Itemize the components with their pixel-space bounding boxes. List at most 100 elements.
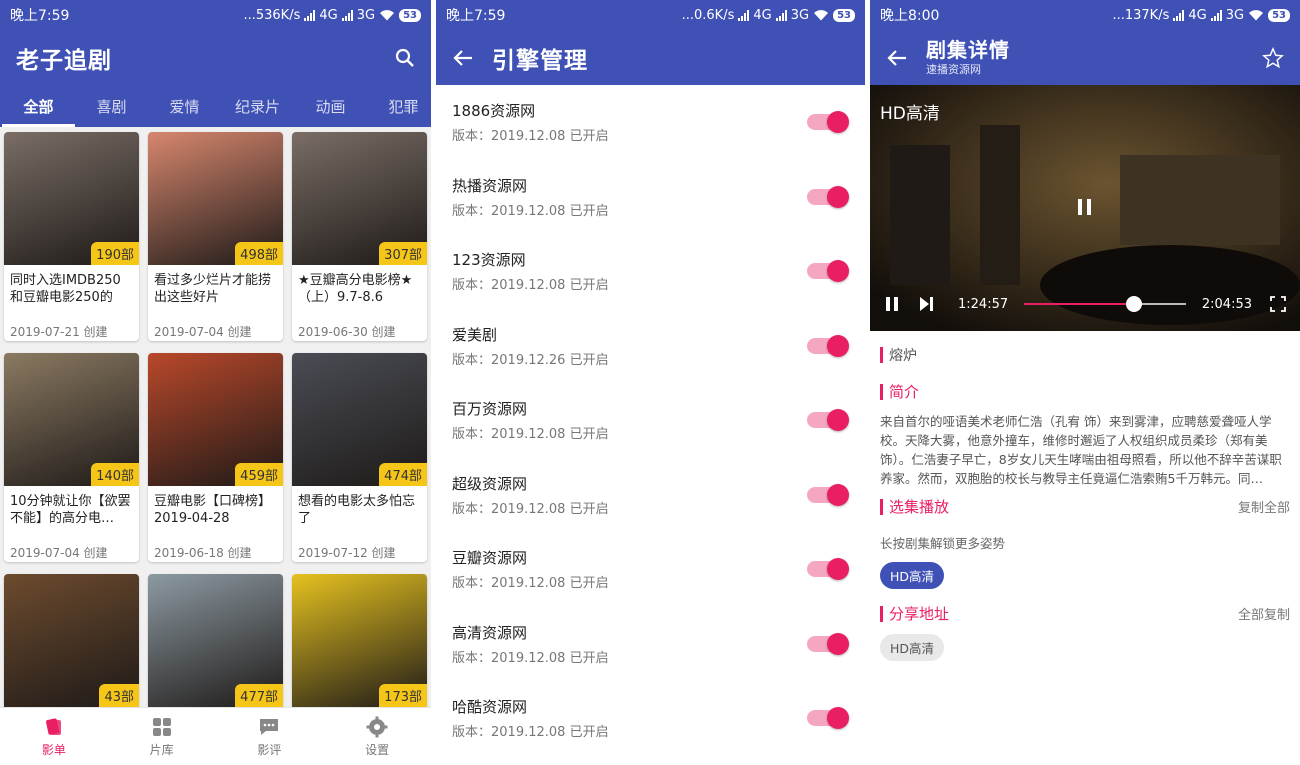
engine-name: 百万资源网: [452, 400, 528, 419]
pause-icon[interactable]: [1075, 197, 1095, 217]
engine-toggle[interactable]: [807, 707, 849, 730]
episodes-hint: 长按剧集解锁更多姿势: [880, 536, 1006, 551]
engine-list: 1886资源网 版本：2019.12.08 已开启 热播资源网 版本：2019.12.…: [436, 85, 865, 756]
engine-name: 1886资源网: [452, 102, 536, 121]
tab-documentary[interactable]: 纪录片: [221, 85, 294, 127]
app-bar: 老子追剧: [0, 30, 431, 85]
engine-toggle[interactable]: [807, 334, 849, 357]
engine-row[interactable]: 豆瓣资源网 版本：2019.12.08 已开启: [436, 532, 865, 607]
bottom-nav: 影单 片库 影评 设置: [0, 707, 431, 765]
movie-list-card[interactable]: 498部 看过多少烂片才能捞出这些好片 2019-07-04 创建: [148, 132, 283, 341]
engine-meta: 版本：2019.12.08 已开启: [452, 576, 609, 592]
card-date: 2019-06-30 创建: [298, 325, 396, 339]
nav-settings[interactable]: 设置: [323, 708, 431, 765]
network-speed: ...0.6K/s: [681, 7, 735, 23]
card-date: 2019-07-21 创建: [10, 325, 108, 339]
movie-name-row: 熔炉: [880, 345, 1290, 365]
tab-comedy[interactable]: 喜剧: [75, 85, 148, 127]
engine-row[interactable]: 热播资源网 版本：2019.12.08 已开启: [436, 160, 865, 235]
fullscreen-icon[interactable]: [1270, 296, 1286, 312]
status-time: 晚上8:00: [880, 8, 940, 24]
quality-label: HD高清: [880, 104, 940, 124]
signal-icon-2: [341, 9, 353, 21]
movie-list-card[interactable]: 474部 想看的电影太多怕忘了 2019-07-12 创建: [292, 353, 427, 562]
seek-played: [1024, 303, 1135, 305]
tab-all[interactable]: 全部: [2, 85, 75, 127]
status-bar: 晚上8:00 ...137K/s 4G 3G 53: [870, 0, 1300, 30]
total-time: 2:04:53: [1201, 296, 1252, 312]
engine-meta: 版本：2019.12.08 已开启: [452, 427, 609, 443]
engine-toggle[interactable]: [807, 260, 849, 283]
video-player[interactable]: HD高清 1:24:57 2:04:53: [870, 85, 1300, 331]
copy-share-button[interactable]: 全部复制: [1238, 604, 1290, 623]
count-badge: 477部: [235, 684, 283, 707]
poster-image: 474部: [292, 353, 427, 486]
intro-title: 简介: [889, 383, 920, 401]
movie-list-card[interactable]: 43部: [4, 574, 139, 708]
network-type: 4G: [1188, 7, 1207, 23]
episode-chip[interactable]: HD高清: [880, 562, 945, 589]
signal-icon-2: [1210, 9, 1222, 21]
poster-image: 43部: [4, 574, 139, 707]
nav-library[interactable]: 片库: [108, 708, 216, 765]
engine-toggle[interactable]: [807, 632, 849, 655]
intro-text: 来自首尔的哑语美术老师仁浩（孔宥 饰）来到雾津，应聘慈爱聋哑人学校。天降大雾，他…: [880, 414, 1282, 486]
engine-row[interactable]: 爱美剧 版本：2019.12.26 已开启: [436, 309, 865, 384]
movie-list-card[interactable]: 477部: [148, 574, 283, 708]
engine-toggle[interactable]: [807, 409, 849, 432]
movie-list-card[interactable]: 173部: [292, 574, 427, 708]
poster-image: 498部: [148, 132, 283, 265]
movie-list-card[interactable]: 190部 同时入选IMDB250和豆瓣电影250的 2019-07-21 创建: [4, 132, 139, 341]
network-type-2: 3G: [356, 7, 376, 23]
tab-crime[interactable]: 犯罪: [367, 85, 431, 127]
nav-reviews[interactable]: 影评: [216, 708, 324, 765]
current-time: 1:24:57: [958, 296, 1009, 312]
engine-meta: 版本：2019.12.08 已开启: [452, 501, 609, 517]
app-bar: 引擎管理: [436, 30, 865, 85]
network-type-2: 3G: [1225, 7, 1245, 23]
wifi-icon: [814, 10, 829, 21]
tab-animation[interactable]: 动画: [294, 85, 367, 127]
pause-button-icon[interactable]: [884, 296, 900, 312]
back-arrow-icon[interactable]: [452, 47, 474, 69]
engine-toggle[interactable]: [807, 111, 849, 134]
seek-bar[interactable]: [1024, 296, 1186, 312]
engine-toggle[interactable]: [807, 185, 849, 208]
engine-toggle[interactable]: [807, 483, 849, 506]
network-type-2: 3G: [790, 7, 810, 23]
card-date: 2019-07-04 创建: [10, 546, 108, 560]
search-icon[interactable]: [395, 48, 415, 68]
episodes-title: 选集播放: [889, 498, 950, 516]
wifi-icon: [1249, 10, 1264, 21]
engine-toggle[interactable]: [807, 558, 849, 581]
poster-image: 173部: [292, 574, 427, 707]
engine-row[interactable]: 百万资源网版本：2019.12.08 已开启: [436, 383, 865, 458]
engine-row[interactable]: 超级资源网 版本：2019.12.08 已开启: [436, 458, 865, 533]
back-arrow-icon[interactable]: [886, 47, 908, 69]
nav-label: 影评: [257, 742, 282, 757]
status-time: 晚上7:59: [446, 8, 506, 24]
tab-romance[interactable]: 爱情: [148, 85, 221, 127]
screen-engine-management: 晚上7:59 ...0.6K/s 4G 3G 53 引擎管理 1886资源网 版本…: [436, 0, 865, 765]
engine-row[interactable]: 哈酷资源网 版本：2019.12.08 已开启: [436, 681, 865, 756]
nav-lists[interactable]: 影单: [0, 708, 108, 765]
grid-icon: [152, 717, 171, 736]
copy-all-button[interactable]: 复制全部: [1238, 497, 1290, 516]
next-icon[interactable]: [918, 296, 934, 312]
engine-row[interactable]: 高清资源网 版本：2019.12.08 已开启: [436, 607, 865, 682]
count-badge: 474部: [379, 463, 427, 486]
engine-row[interactable]: 123资源网 版本：2019.12.08 已开启: [436, 234, 865, 309]
movie-list-card[interactable]: 140部 10分钟就让你【欲罢不能】的高分电… 2019-07-04 创建: [4, 353, 139, 562]
seek-thumb[interactable]: [1126, 296, 1143, 312]
network-speed: ...536K/s: [243, 7, 301, 23]
movie-list-card[interactable]: 307部 ★豆瓣高分电影榜★（上）9.7-8.6 2019-06-30 创建: [292, 132, 427, 341]
share-chip[interactable]: HD高清: [880, 634, 945, 661]
card-title: 豆瓣电影【口碑榜】2019-04-28: [154, 494, 272, 526]
page-title: 引擎管理: [492, 47, 588, 74]
poster-image: 307部: [292, 132, 427, 265]
movie-list-grid: 190部 同时入选IMDB250和豆瓣电影250的 2019-07-21 创建 498…: [0, 127, 431, 708]
nav-label: 设置: [365, 742, 390, 757]
star-icon[interactable]: [1262, 46, 1284, 69]
movie-list-card[interactable]: 459部 豆瓣电影【口碑榜】2019-04-28 2019-06-18 创建: [148, 353, 283, 562]
engine-row[interactable]: 1886资源网 版本：2019.12.08 已开启: [436, 85, 865, 160]
